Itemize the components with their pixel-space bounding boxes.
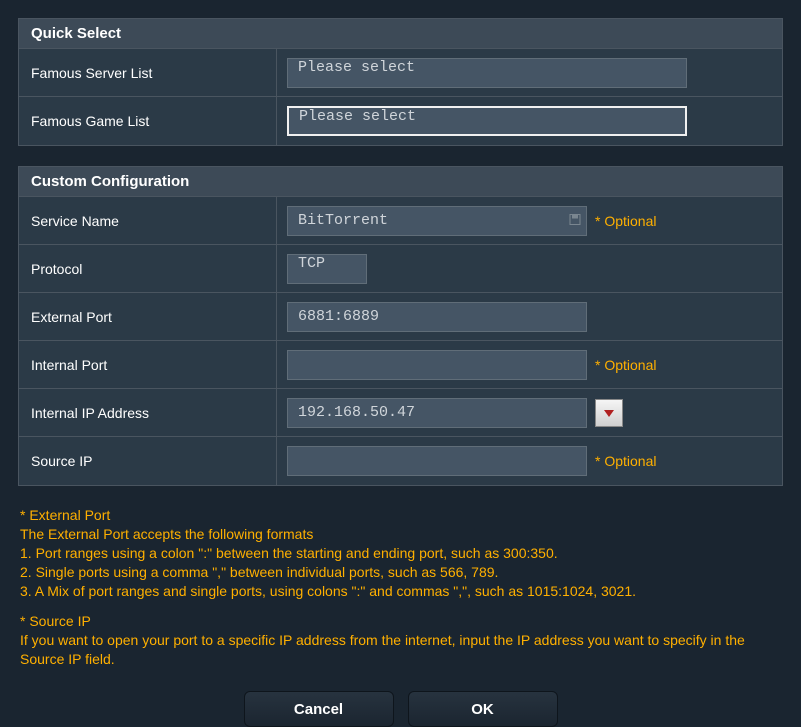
help-ext-port-line1: 1. Port ranges using a colon ":" between…: [20, 544, 781, 563]
button-bar: Cancel OK: [18, 691, 783, 727]
external-port-label: External Port: [19, 293, 277, 340]
source-ip-input[interactable]: [287, 446, 587, 476]
internal-port-optional: * Optional: [595, 357, 656, 373]
internal-ip-dropdown-button[interactable]: [595, 399, 623, 427]
source-ip-row: Source IP * Optional: [19, 437, 782, 485]
famous-game-select[interactable]: Please select: [287, 106, 687, 136]
protocol-label: Protocol: [19, 245, 277, 292]
service-name-optional: * Optional: [595, 213, 656, 229]
help-source-ip-title: * Source IP: [20, 612, 781, 631]
internal-port-row: Internal Port * Optional: [19, 341, 782, 389]
internal-port-input[interactable]: [287, 350, 587, 380]
source-ip-optional: * Optional: [595, 453, 656, 469]
famous-server-label: Famous Server List: [19, 49, 277, 96]
famous-game-row: Famous Game List Please select: [19, 97, 782, 145]
internal-port-label: Internal Port: [19, 341, 277, 388]
chevron-down-icon: [603, 408, 615, 418]
internal-ip-input[interactable]: [287, 398, 587, 428]
external-port-input[interactable]: [287, 302, 587, 332]
service-name-row: Service Name * Optional: [19, 197, 782, 245]
external-port-row: External Port: [19, 293, 782, 341]
protocol-select[interactable]: TCP: [287, 254, 367, 284]
famous-server-row: Famous Server List Please select: [19, 49, 782, 97]
help-ext-port-line0: The External Port accepts the following …: [20, 525, 781, 544]
custom-config-section: Custom Configuration Service Name * Opti…: [18, 166, 783, 486]
help-ext-port-line2: 2. Single ports using a comma "," betwee…: [20, 563, 781, 582]
quick-select-header: Quick Select: [19, 19, 782, 49]
service-name-label: Service Name: [19, 197, 277, 244]
famous-game-label: Famous Game List: [19, 97, 277, 145]
internal-ip-row: Internal IP Address: [19, 389, 782, 437]
service-name-input[interactable]: [287, 206, 587, 236]
internal-ip-label: Internal IP Address: [19, 389, 277, 436]
protocol-row: Protocol TCP: [19, 245, 782, 293]
help-ext-port-title: * External Port: [20, 506, 781, 525]
ok-button[interactable]: OK: [408, 691, 558, 727]
source-ip-label: Source IP: [19, 437, 277, 485]
quick-select-section: Quick Select Famous Server List Please s…: [18, 18, 783, 146]
help-ext-port-line3: 3. A Mix of port ranges and single ports…: [20, 582, 781, 601]
help-source-ip-body: If you want to open your port to a speci…: [20, 631, 781, 669]
cancel-button[interactable]: Cancel: [244, 691, 394, 727]
help-text-block: * External Port The External Port accept…: [18, 506, 783, 669]
custom-config-header: Custom Configuration: [19, 167, 782, 197]
famous-server-select[interactable]: Please select: [287, 58, 687, 88]
